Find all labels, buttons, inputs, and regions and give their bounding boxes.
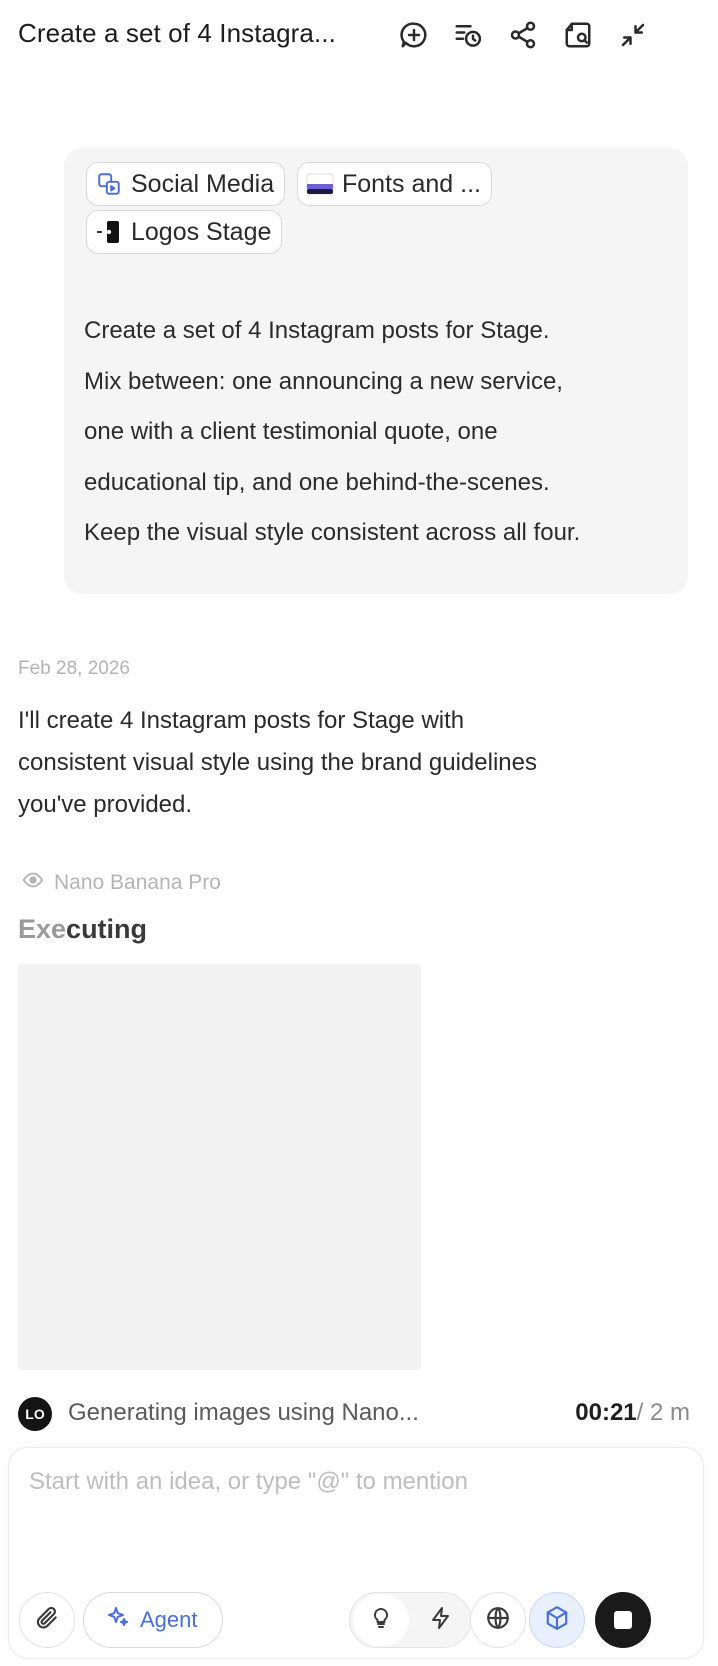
generation-text: Generating images using Nano... <box>68 1399 419 1426</box>
estimated-time: / 2 m <box>636 1399 690 1426</box>
eye-icon <box>22 869 44 897</box>
executing-status-rest: cuting <box>66 914 148 944</box>
lightning-icon <box>429 1606 453 1635</box>
chip-label: Fonts and ... <box>342 169 481 198</box>
model-label: Nano Banana Pro <box>22 869 221 897</box>
chat-header: Create a set of 4 Instagra... <box>0 0 718 72</box>
generation-timer: 00:21/ 2 m <box>575 1399 690 1427</box>
executing-status-dim: Exe <box>18 914 67 944</box>
assistant-reply-line: you've provided. <box>18 791 193 818</box>
context-chip-social-media[interactable]: Social Media <box>86 162 286 206</box>
share-icon[interactable] <box>505 17 541 53</box>
avatar: LO <box>18 1397 52 1431</box>
user-message: Social Media Fonts and ... Logos Stage C… <box>64 148 688 594</box>
user-message-line: Keep the visual style consistent across … <box>84 519 581 546</box>
user-message-line: educational tip, and one behind-the-scen… <box>84 468 550 496</box>
mode-toggle <box>349 1592 471 1648</box>
message-date: Feb 28, 2026 <box>18 658 130 679</box>
stop-icon <box>614 1611 632 1629</box>
agent-mode-button[interactable]: Agent <box>83 1592 223 1648</box>
history-icon[interactable] <box>450 17 486 53</box>
globe-icon <box>485 1605 511 1636</box>
user-message-line: one with a client testimonial quote, one <box>84 418 498 445</box>
stop-button[interactable] <box>595 1592 651 1648</box>
image-placeholder <box>18 964 421 1370</box>
edit-note-icon[interactable] <box>560 17 596 53</box>
context-chip-fonts[interactable]: Fonts and ... <box>297 162 492 206</box>
executing-status: Executing <box>18 914 147 945</box>
elapsed-time: 00:21 <box>575 1399 637 1426</box>
context-chip-logos[interactable]: Logos Stage <box>86 210 283 254</box>
minimize-icon[interactable] <box>615 17 651 53</box>
social-media-icon <box>95 170 123 198</box>
web-search-button[interactable] <box>470 1592 526 1648</box>
user-message-line: Mix between: one announcing a new servic… <box>84 367 563 395</box>
lightbulb-icon <box>369 1606 393 1635</box>
assistant-reply-line: I'll create 4 Instagram posts for Stage … <box>18 707 465 734</box>
user-message-line: Create a set of 4 Instagram posts for St… <box>84 317 550 344</box>
fonts-thumbnail-icon <box>306 170 334 198</box>
cube-icon <box>544 1605 570 1636</box>
3d-mode-button[interactable] <box>529 1592 585 1648</box>
chat-title: Create a set of 4 Instagra... <box>18 18 336 48</box>
composer: Agent <box>8 1447 704 1659</box>
attach-button[interactable] <box>19 1592 75 1648</box>
generation-status: LO Generating images using Nano... 00:21… <box>18 1395 690 1435</box>
agent-label: Agent <box>140 1607 198 1632</box>
fast-mode-button[interactable] <box>413 1594 469 1646</box>
assistant-reply-line: consistent visual style using the brand … <box>18 749 537 776</box>
model-name: Nano Banana Pro <box>54 871 221 894</box>
new-chat-icon[interactable] <box>396 17 432 53</box>
paperclip-icon <box>34 1605 60 1636</box>
user-message-text: Create a set of 4 Instagram posts for St… <box>84 306 674 559</box>
logo-thumbnail-icon <box>95 218 123 246</box>
chip-label: Logos Stage <box>131 217 272 246</box>
prompt-input[interactable] <box>29 1468 669 1496</box>
assistant-reply: I'll create 4 Instagram posts for Stage … <box>18 700 678 826</box>
chip-label: Social Media <box>131 169 275 198</box>
idea-mode-button[interactable] <box>353 1594 409 1646</box>
sparkle-icon <box>106 1605 130 1635</box>
